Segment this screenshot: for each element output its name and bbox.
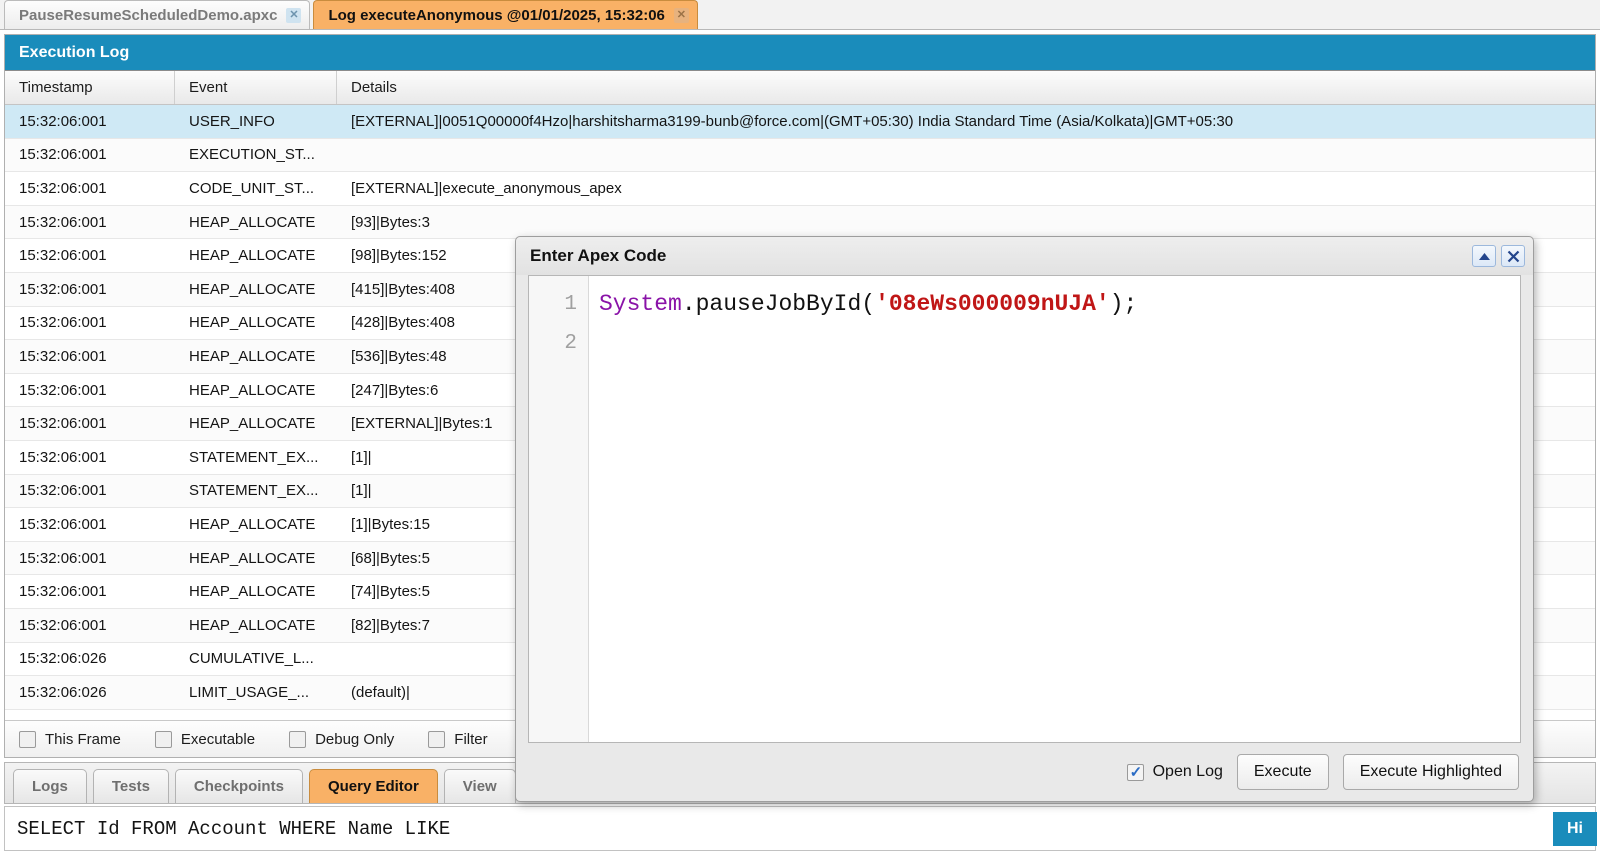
cell-timestamp: 15:32:06:026 <box>19 650 107 668</box>
filter-checkbox-filter[interactable]: Filter <box>428 730 488 748</box>
execute-highlighted-button[interactable]: Execute Highlighted <box>1342 754 1519 790</box>
tab-log-execute-anonymous[interactable]: Log executeAnonymous @01/01/2025, 15:32:… <box>313 0 698 29</box>
cell-timestamp: 15:32:06:026 <box>19 683 107 701</box>
filter-checkbox-debug-only[interactable]: Debug Only <box>289 730 395 748</box>
cell-event: HEAP_ALLOCATE <box>189 247 316 265</box>
apex-code-editor[interactable]: 12 System.pauseJobById('08eWs000009nUJA'… <box>528 275 1521 743</box>
table-row[interactable]: 15:32:06:001 CODE_UNIT_ST... [EXTERNAL]|ex… <box>5 172 1595 206</box>
cell-event: HEAP_ALLOCATE <box>189 314 316 332</box>
cell-event: HEAP_ALLOCATE <box>189 616 316 634</box>
cell-event: STATEMENT_EX... <box>189 448 319 466</box>
cell-details: [EXTERNAL]|execute_anonymous_apex <box>351 179 622 197</box>
checkbox-box[interactable] <box>289 730 307 748</box>
line-number-gutter: 12 <box>529 276 589 742</box>
cell-timestamp: 15:32:06:001 <box>19 381 107 399</box>
app-root: PauseResumeScheduledDemo.apxc ✕ Log exec… <box>0 0 1600 851</box>
dialog-footer: Open Log Execute Execute Highlighted <box>516 743 1533 801</box>
code-token-class: System <box>599 291 682 317</box>
column-header-details[interactable]: Details <box>337 71 1595 104</box>
cell-event: HEAP_ALLOCATE <box>189 515 316 533</box>
cell-event: EXECUTION_ST... <box>189 146 315 164</box>
checkbox-box[interactable] <box>154 730 172 748</box>
cell-event: CODE_UNIT_ST... <box>189 179 315 197</box>
checkbox-box[interactable] <box>19 730 36 748</box>
code-token-tail: ); <box>1109 291 1138 317</box>
cell-timestamp: 15:32:06:001 <box>19 415 107 433</box>
line-number: 1 <box>564 293 577 316</box>
tab-view[interactable]: View <box>443 769 516 803</box>
query-history-button[interactable]: Hi <box>1553 811 1597 846</box>
enter-apex-code-dialog: Enter Apex Code 12 System.pauseJobById('… <box>515 236 1534 802</box>
cell-timestamp: 15:32:06:001 <box>19 112 107 130</box>
tab-query-editor[interactable]: Query Editor <box>308 769 438 803</box>
open-log-label: Open Log <box>1152 763 1223 780</box>
filter-label: Filter <box>454 730 488 748</box>
cell-timestamp: 15:32:06:001 <box>19 179 107 197</box>
tab-label: PauseResumeScheduledDemo.apxc <box>19 6 278 24</box>
cell-details: [EXTERNAL]|0051Q00000f4Hzo|harshitsharma… <box>351 112 1234 130</box>
log-table-header: Timestamp Event Details <box>5 71 1595 105</box>
cell-timestamp: 15:32:06:001 <box>19 146 107 164</box>
checkbox-box[interactable] <box>428 730 446 748</box>
cell-event: HEAP_ALLOCATE <box>189 549 316 567</box>
close-icon[interactable] <box>1501 245 1525 267</box>
cell-event: HEAP_ALLOCATE <box>189 415 316 433</box>
panel-title: Execution Log <box>5 35 1595 71</box>
collapse-icon[interactable] <box>1472 245 1496 267</box>
cell-event: HEAP_ALLOCATE <box>189 213 316 231</box>
cell-timestamp: 15:32:06:001 <box>19 515 107 533</box>
filter-label: Debug Only <box>315 730 395 748</box>
cell-timestamp: 15:32:06:001 <box>19 280 107 298</box>
apex-code-textarea[interactable]: System.pauseJobById('08eWs000009nUJA'); <box>589 276 1520 742</box>
cell-event: LIMIT_USAGE_... <box>189 683 310 701</box>
checkbox-box[interactable] <box>1126 763 1144 781</box>
tab-checkpoints[interactable]: Checkpoints <box>174 769 303 803</box>
cell-timestamp: 15:32:06:001 <box>19 448 107 466</box>
soql-query-input[interactable]: SELECT Id FROM Account WHERE Name LIKE <box>5 818 1553 840</box>
cell-event: CUMULATIVE_L... <box>189 650 314 668</box>
filter-checkbox-this-frame[interactable]: This Frame <box>19 730 121 748</box>
dialog-title-label: Enter Apex Code <box>530 246 667 265</box>
line-number: 2 <box>564 332 577 355</box>
tab-logs[interactable]: Logs <box>13 769 87 803</box>
cell-event: HEAP_ALLOCATE <box>189 347 316 365</box>
cell-event: USER_INFO <box>189 112 275 130</box>
dialog-title-bar[interactable]: Enter Apex Code <box>516 237 1533 275</box>
filter-label: This Frame <box>45 730 121 748</box>
cell-event: HEAP_ALLOCATE <box>189 381 316 399</box>
cell-details: [93]|Bytes:3 <box>351 213 430 231</box>
column-header-timestamp[interactable]: Timestamp <box>5 71 175 104</box>
cell-timestamp: 15:32:06:001 <box>19 314 107 332</box>
cell-event: HEAP_ALLOCATE <box>189 583 316 601</box>
cell-timestamp: 15:32:06:001 <box>19 616 107 634</box>
table-row[interactable]: 15:32:06:001 EXECUTION_ST... <box>5 138 1595 173</box>
open-log-checkbox[interactable]: Open Log <box>1126 763 1223 781</box>
code-token-string: '08eWs000009nUJA' <box>875 291 1110 317</box>
cell-timestamp: 15:32:06:001 <box>19 213 107 231</box>
cell-timestamp: 15:32:06:001 <box>19 247 107 265</box>
cell-event: HEAP_ALLOCATE <box>189 280 316 298</box>
cell-event: STATEMENT_EX... <box>189 482 319 500</box>
table-row[interactable]: 15:32:06:001 USER_INFO [EXTERNAL]|0051Q000… <box>5 105 1595 139</box>
execute-button[interactable]: Execute <box>1236 754 1329 790</box>
panel-title-label: Execution Log <box>19 43 130 61</box>
editor-tab-strip: PauseResumeScheduledDemo.apxc ✕ Log exec… <box>0 0 1600 30</box>
filter-checkbox-executable[interactable]: Executable <box>154 730 256 748</box>
tab-label: Log executeAnonymous @01/01/2025, 15:32:… <box>328 6 665 24</box>
tab-pause-resume-scheduled-demo[interactable]: PauseResumeScheduledDemo.apxc ✕ <box>4 0 311 29</box>
filter-label: Executable <box>180 730 256 748</box>
tab-tests[interactable]: Tests <box>92 769 169 803</box>
query-editor-strip: SELECT Id FROM Account WHERE Name LIKE H… <box>4 806 1597 851</box>
cell-timestamp: 15:32:06:001 <box>19 347 107 365</box>
close-icon[interactable]: ✕ <box>673 7 689 23</box>
column-header-event[interactable]: Event <box>175 71 337 104</box>
code-token-method: .pauseJobById( <box>681 291 876 317</box>
table-row[interactable]: 15:32:06:001 HEAP_ALLOCATE [93]|Bytes:3 <box>5 205 1595 240</box>
cell-timestamp: 15:32:06:001 <box>19 482 107 500</box>
cell-timestamp: 15:32:06:001 <box>19 549 107 567</box>
cell-timestamp: 15:32:06:001 <box>19 583 107 601</box>
close-icon[interactable]: ✕ <box>286 7 302 23</box>
